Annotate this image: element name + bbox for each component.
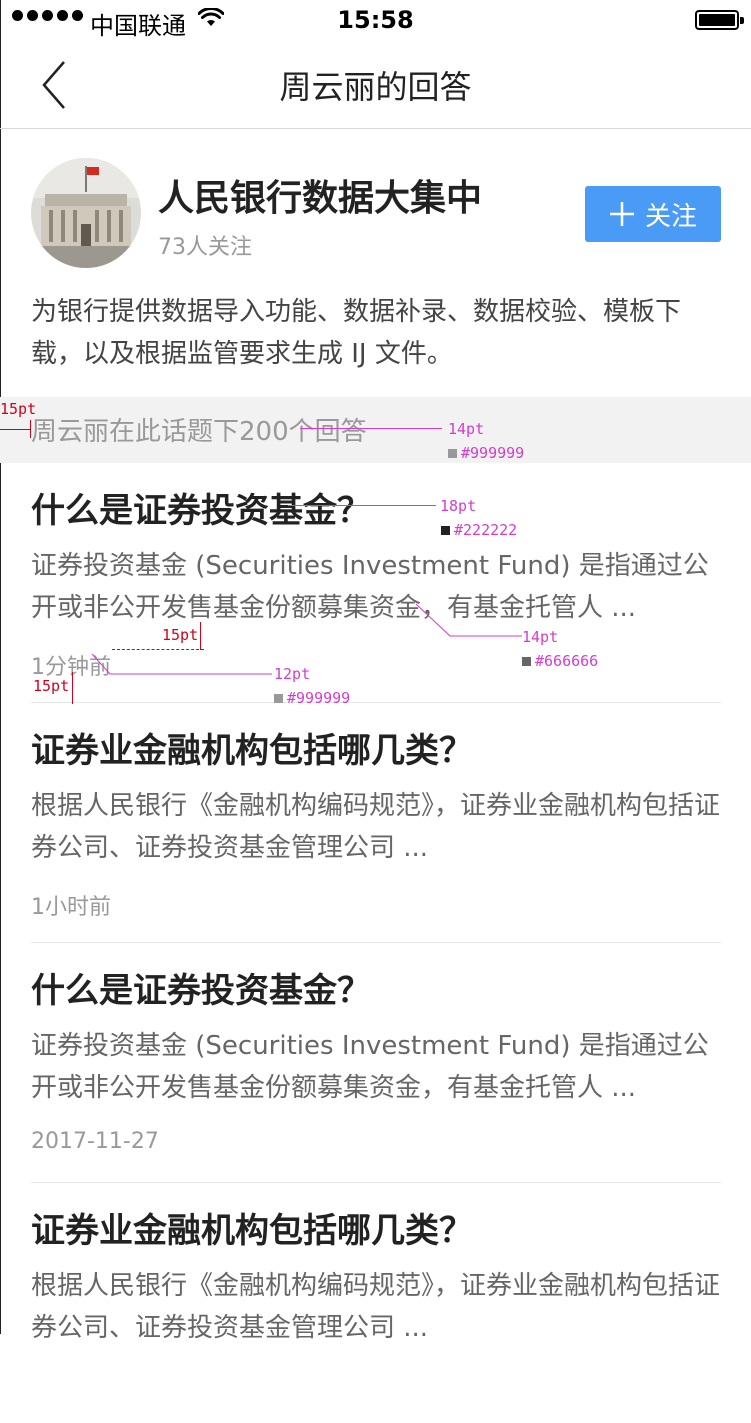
answer-excerpt: 证券投资基金 (Securities Investment Fund) 是指通过…: [31, 1031, 709, 1103]
answer-list: 什么是证券投资基金？ 证券投资基金 (Securities Investment…: [0, 463, 751, 1423]
anno-swatch: [522, 657, 531, 666]
nav-bar: 周云丽的回答: [0, 42, 751, 129]
answer-time: 2017-11-27: [31, 1129, 159, 1154]
answer-title[interactable]: 什么是证券投资基金？: [31, 963, 721, 1012]
anno-line: [300, 428, 442, 429]
anno-title-font: 18pt: [440, 497, 477, 515]
page-title: 周云丽的回答: [279, 68, 472, 106]
anno-swatch: [274, 694, 283, 703]
anno-gap: 15pt: [162, 626, 199, 644]
anno-line: [72, 672, 73, 704]
anno-time-font: 12pt: [274, 665, 311, 683]
list-item[interactable]: 证券业金融机构包括哪几类？ 根据人民银行《金融机构编码规范》，证券业金融机构包括…: [0, 703, 751, 943]
plus-icon: [609, 202, 634, 226]
follow-button[interactable]: 关注: [585, 186, 721, 242]
follow-label: 关注: [644, 201, 697, 232]
topic-header: 人民银行数据大集中 73人关注 关注 为银行提供数据导入功能、数据补录、数据校验…: [0, 129, 751, 397]
answer-excerpt: 证券投资基金 (Securities Investment Fund) 是指通过…: [31, 551, 709, 623]
anno-title-color: #222222: [454, 521, 518, 539]
anno-leader: [91, 653, 272, 675]
anno-swatch: [441, 526, 450, 535]
anno-left-margin: 15pt: [0, 400, 37, 418]
anno-line: [112, 649, 204, 650]
answer-count-text: 周云丽在此话题下200个回答: [31, 417, 367, 447]
anno-line: [200, 622, 201, 650]
anno-bottom-gap: 15pt: [33, 677, 70, 695]
anno-line: [30, 420, 31, 438]
anno-excerpt-font: 14pt: [522, 628, 559, 646]
answer-excerpt: 根据人民银行《金融机构编码规范》，证券业金融机构包括证券公司、证券投资基金管理公…: [31, 1271, 721, 1343]
follower-count: 73人关注: [158, 235, 252, 260]
anno-excerpt-color: #666666: [535, 652, 599, 670]
topic-description: 为银行提供数据导入功能、数据补录、数据校验、模板下载，以及根据监管要求生成 IJ…: [31, 297, 682, 369]
answer-title[interactable]: 证券业金融机构包括哪几类？: [31, 723, 721, 772]
anno-leader: [415, 603, 522, 637]
answer-excerpt: 根据人民银行《金融机构编码规范》，证券业金融机构包括证券公司、证券投资基金管理公…: [31, 791, 721, 863]
anno-line: [0, 429, 31, 430]
topic-name: 人民银行数据大集中: [158, 178, 483, 219]
answer-title[interactable]: 证券业金融机构包括哪几类？: [31, 1203, 721, 1252]
list-item[interactable]: 证券业金融机构包括哪几类？ 根据人民银行《金融机构编码规范》，证券业金融机构包括…: [0, 1183, 751, 1423]
clock: 15:58: [337, 6, 414, 34]
list-item[interactable]: 什么是证券投资基金？ 证券投资基金 (Securities Investment…: [0, 943, 751, 1183]
anno-line: [288, 505, 436, 506]
anno-time-color: #999999: [287, 689, 351, 707]
answer-count-bar: 周云丽在此话题下200个回答: [0, 397, 751, 463]
anno-bar-font: 14pt: [448, 420, 485, 438]
topic-avatar[interactable]: [31, 158, 141, 268]
anno-swatch: [448, 449, 457, 458]
battery-icon: [695, 10, 744, 30]
answer-time: 1小时前: [31, 895, 111, 920]
anno-bar-color: #999999: [461, 444, 525, 462]
status-bar: 中国联通 15:58: [0, 0, 751, 42]
answer-title[interactable]: 什么是证券投资基金？: [31, 483, 721, 532]
